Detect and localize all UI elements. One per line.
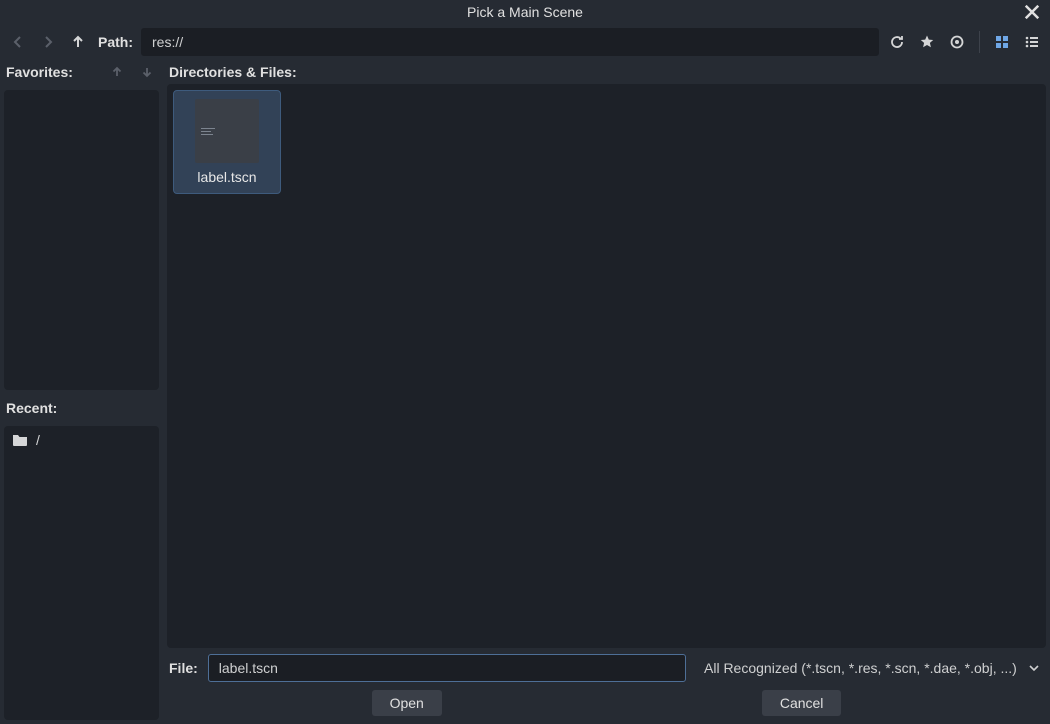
cancel-button[interactable]: Cancel [762,690,842,716]
recent-header: Recent: [4,396,159,420]
view-grid-button[interactable] [990,30,1014,54]
favorite-button[interactable] [915,30,939,54]
directories-files-label: Directories & Files: [167,64,299,80]
folder-icon [12,433,28,447]
recent-label: Recent: [4,400,159,416]
refresh-button[interactable] [885,30,909,54]
nav-up-button[interactable] [66,30,90,54]
path-toolbar: Path: [0,24,1050,60]
favorites-panel[interactable] [4,90,159,390]
favorite-move-up-button[interactable] [105,60,129,84]
file-tile[interactable]: label.tscn [173,90,281,194]
recent-item[interactable]: / [4,426,159,454]
main-area: Directories & Files: label.tscn File: Al… [167,60,1046,720]
open-button[interactable]: Open [372,690,442,716]
toolbar-separator [979,31,980,53]
file-label: File: [167,660,200,676]
view-list-button[interactable] [1020,30,1044,54]
file-input[interactable] [208,654,686,682]
file-name: label.tscn [197,169,256,185]
chevron-right-icon [40,34,56,50]
window-title: Pick a Main Scene [467,4,583,20]
file-thumbnail [195,99,259,163]
recent-panel[interactable]: / [4,426,159,720]
file-grid[interactable]: label.tscn [167,84,1046,648]
recent-item-label: / [36,432,40,448]
grid-icon [994,34,1010,50]
arrow-up-small-icon [109,64,125,80]
nav-back-button[interactable] [6,30,30,54]
close-icon [1022,2,1042,22]
sidebar: Favorites: Recent: / [4,60,159,720]
favorites-header: Favorites: [4,60,159,84]
close-button[interactable] [1022,2,1042,22]
arrow-down-small-icon [139,64,155,80]
path-label: Path: [96,34,135,50]
list-icon [1024,34,1040,50]
nav-forward-button[interactable] [36,30,60,54]
refresh-icon [889,34,905,50]
titlebar: Pick a Main Scene [0,0,1050,24]
filter-label: All Recognized (*.tscn, *.res, *.scn, *.… [704,660,1022,676]
path-input[interactable] [141,28,879,56]
show-hidden-button[interactable] [945,30,969,54]
file-row: File: All Recognized (*.tscn, *.res, *.s… [167,648,1046,684]
arrow-up-icon [70,34,86,50]
favorites-label: Favorites: [4,64,99,80]
star-icon [919,34,935,50]
chevron-left-icon [10,34,26,50]
chevron-down-icon [1028,662,1040,674]
favorite-move-down-button[interactable] [135,60,159,84]
button-row: Open Cancel [167,684,1046,720]
eye-icon [949,34,965,50]
filter-dropdown[interactable]: All Recognized (*.tscn, *.res, *.scn, *.… [694,654,1046,682]
